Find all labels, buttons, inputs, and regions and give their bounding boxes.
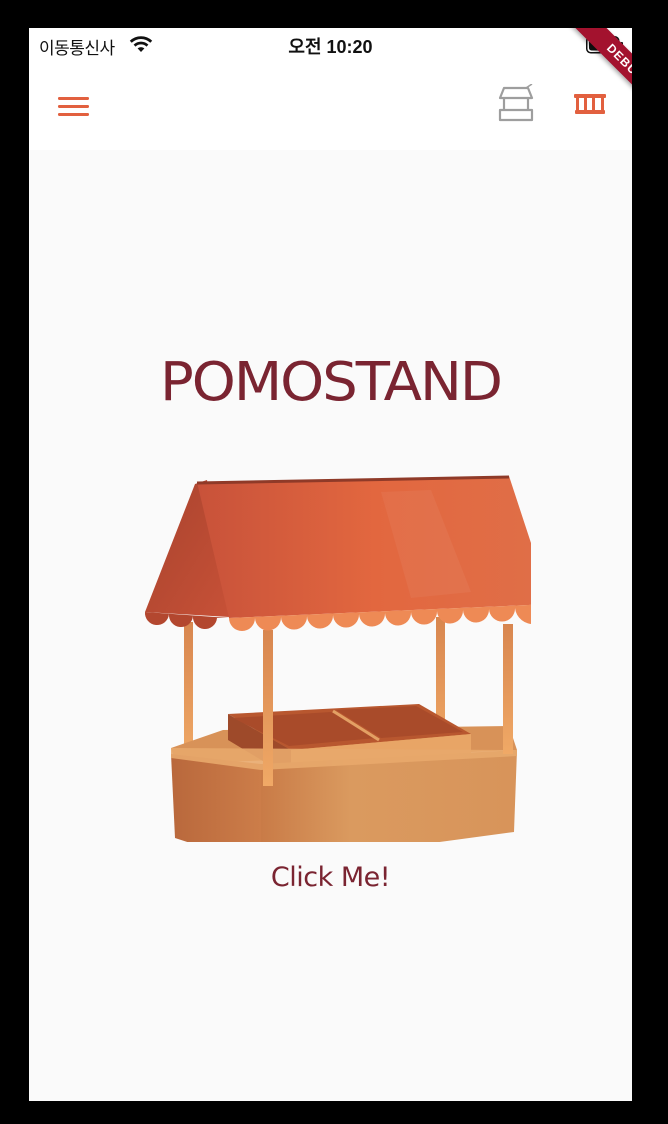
menu-icon[interactable] xyxy=(57,92,91,122)
status-bar: 이동통신사 오전 10:20 xyxy=(29,28,632,64)
app-screen: 이동통신사 오전 10:20 DEBUG POMOSTAND Click Me! xyxy=(29,28,632,1101)
app-bar xyxy=(29,64,632,150)
battery-icon xyxy=(586,36,623,54)
market-stand-illustration xyxy=(144,475,531,842)
market-stand-icon[interactable] xyxy=(496,84,536,124)
market-awning-icon[interactable] xyxy=(572,88,608,118)
page-title: POMOSTAND xyxy=(160,351,503,414)
status-time: 오전 10:20 xyxy=(288,37,373,57)
click-me-button[interactable]: Click Me! xyxy=(229,862,432,893)
